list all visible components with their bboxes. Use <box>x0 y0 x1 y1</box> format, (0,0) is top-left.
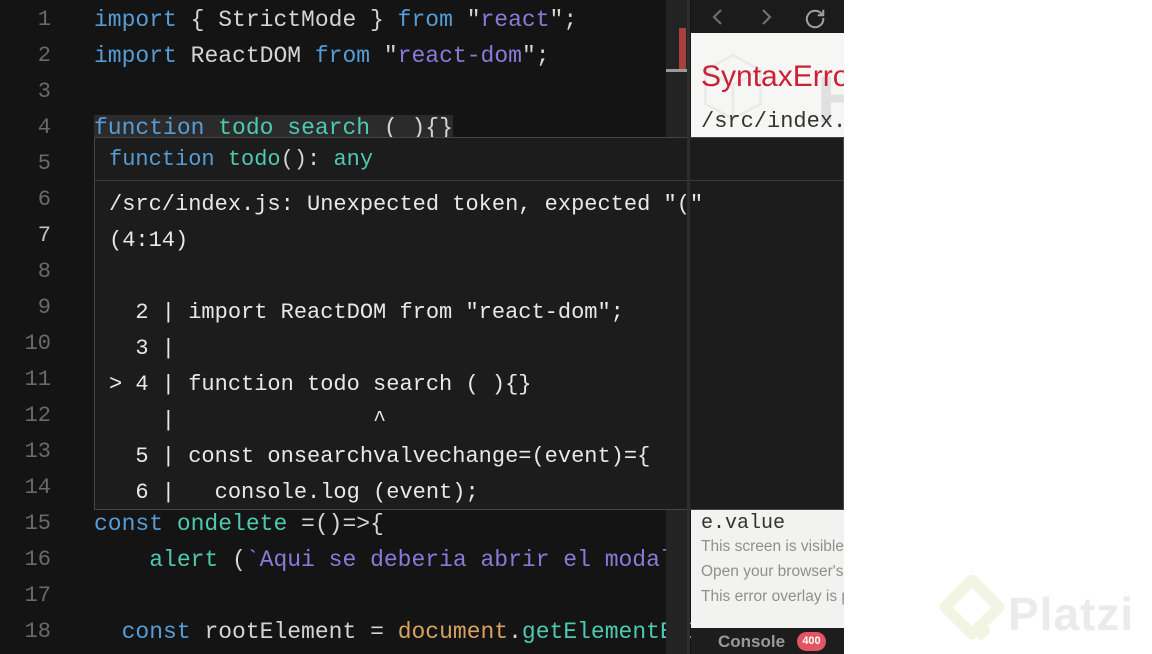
code-line[interactable]: alert (`Aqui se deberia abrir el modal` <box>94 542 729 578</box>
tooltip-error-line: 2 | import ReactDOM from "react-dom"; <box>109 300 624 325</box>
line-number: 3 <box>37 79 51 104</box>
platzi-watermark: Platzi <box>939 574 1150 650</box>
tooltip-error-details: /src/index.js: Unexpected token, expecte… <box>95 181 843 509</box>
refresh-icon[interactable] <box>804 7 826 29</box>
line-number: 15 <box>24 511 51 536</box>
code-line[interactable]: const rootElement = document.getElementB… <box>94 614 729 650</box>
line-number: 16 <box>24 547 51 572</box>
console-bar[interactable]: Console 400 <box>691 628 844 654</box>
line-number: 10 <box>24 331 51 356</box>
line-number: 2 <box>37 43 51 68</box>
error-tooltip: function todo(): any /src/index.js: Unex… <box>94 137 844 510</box>
tooltip-error-line: 6 | console.log (event); <box>109 480 479 505</box>
code-line[interactable] <box>94 74 729 110</box>
line-number: 8 <box>37 259 51 284</box>
line-number: 18 <box>24 619 51 644</box>
tooltip-error-line: 3 | <box>109 336 176 361</box>
code-line[interactable]: ReactDOM.render( <box>94 650 729 654</box>
tooltip-error-line: /src/index.js: Unexpected token, expecte… <box>109 192 704 217</box>
preview-navigation-bar <box>691 0 844 33</box>
tooltip-error-line: | ^ <box>109 408 387 433</box>
back-icon[interactable] <box>708 7 728 27</box>
error-overlay-footer: e.value This screen is visible o Open yo… <box>691 510 844 628</box>
overlay-note: This error overlay is p <box>701 588 844 605</box>
code-line[interactable]: import { StrictMode } from "react"; <box>94 2 729 38</box>
code-line[interactable]: import ReactDOM from "react-dom"; <box>94 38 729 74</box>
line-number: 1 <box>37 7 51 32</box>
overlay-note: Open your browser's d <box>701 563 844 580</box>
line-number: 12 <box>24 403 51 428</box>
error-title: SyntaxError <box>701 60 844 93</box>
line-number: 9 <box>37 295 51 320</box>
line-number: 4 <box>37 115 51 140</box>
line-number: 11 <box>24 367 51 392</box>
scrollbar-error-mark <box>679 28 686 70</box>
error-overlay-header: H SyntaxError /src/index.js: <box>691 33 844 137</box>
overlay-note: This screen is visible o <box>701 538 844 555</box>
line-number: 6 <box>37 187 51 212</box>
pane-divider[interactable] <box>687 0 690 654</box>
line-number: 7 <box>37 223 51 248</box>
platzi-logo-icon <box>939 574 1005 641</box>
line-number: 5 <box>37 151 51 176</box>
line-number: 19 <box>0 650 51 654</box>
code-line[interactable] <box>94 578 729 614</box>
line-number: 13 <box>24 439 51 464</box>
tooltip-error-line: 5 | const onsearchvalvechange=(event)={ <box>109 444 651 469</box>
error-snippet: e.value <box>701 512 786 535</box>
tooltip-error-line: > 4 | function todo search ( ){} <box>109 372 532 397</box>
line-number: 14 <box>24 475 51 500</box>
line-number: 17 <box>24 583 51 608</box>
console-label: Console <box>718 632 786 651</box>
line-number-gutter: 12345678910111213141516171819 <box>0 2 51 654</box>
error-path: /src/index.js: <box>701 109 844 134</box>
tooltip-error-line: (4:14) <box>109 228 189 253</box>
app-window: 12345678910111213141516171819 import { S… <box>0 0 844 654</box>
forward-icon[interactable] <box>756 7 776 27</box>
console-error-count-badge: 400 <box>797 632 826 651</box>
platzi-brand-text: Platzi <box>1008 588 1135 640</box>
tooltip-signature: function todo(): any <box>95 138 843 181</box>
code-line[interactable]: const ondelete =()=>{ <box>94 506 729 542</box>
scrollbar-cursor-mark <box>666 69 688 72</box>
tooltip-error-line <box>109 259 843 295</box>
